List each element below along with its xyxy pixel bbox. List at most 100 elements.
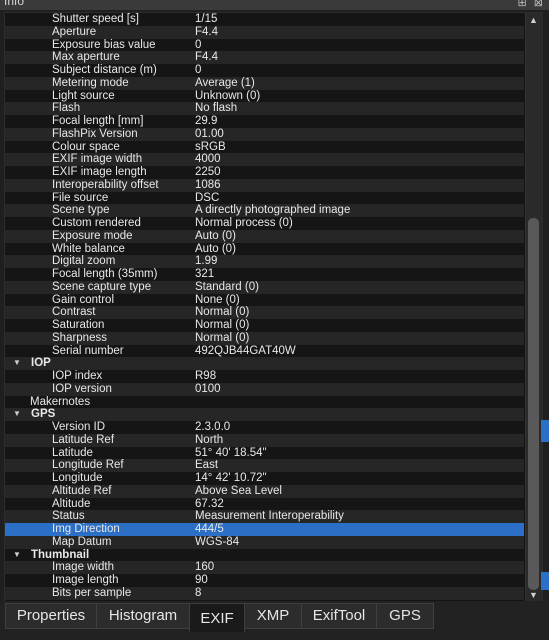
field-name: FlashPix Version — [52, 127, 138, 140]
field-value: Average (1) — [195, 76, 255, 89]
table-row[interactable]: Version ID 2.3.0.0 — [5, 421, 524, 434]
tab-properties[interactable]: Properties — [5, 603, 97, 629]
table-row[interactable]: Max aperture F4.4 — [5, 51, 524, 64]
table-row[interactable]: Aperture F4.4 — [5, 25, 524, 39]
field-name: Latitude — [52, 446, 93, 459]
field-value: 51° 40' 18.54" — [195, 446, 267, 459]
table-row[interactable]: Colour space sRGB — [5, 141, 524, 154]
table-row[interactable]: Exposure mode Auto (0) — [5, 229, 524, 243]
table-row[interactable]: IOP version 0100 — [5, 382, 524, 396]
field-value: WGS-84 — [195, 535, 240, 548]
field-value: 01.00 — [195, 127, 224, 140]
field-value: East — [195, 459, 219, 472]
field-value: 0 — [195, 38, 202, 51]
table-row[interactable]: Makernotes — [5, 396, 524, 409]
vertical-scrollbar[interactable]: ▲ ▼ — [525, 13, 542, 602]
field-value: 1/15 — [195, 13, 218, 25]
field-name: Exposure mode — [52, 229, 133, 242]
tab-xmp[interactable]: XMP — [244, 603, 302, 629]
table-row[interactable]: White balance Auto (0) — [5, 243, 524, 256]
table-row[interactable]: Longitude Ref East — [5, 459, 524, 472]
field-value: R98 — [195, 370, 217, 382]
field-name: IOP index — [52, 370, 103, 382]
field-name: Version ID — [52, 421, 106, 433]
tab-histogram[interactable]: Histogram — [96, 603, 190, 629]
table-row[interactable]: Shutter speed [s] 1/15 — [5, 13, 524, 26]
scroll-up-icon[interactable]: ▲ — [529, 15, 538, 25]
panel-controls[interactable]: ⊞ ⊠ — [518, 0, 546, 9]
field-name: Map Datum — [52, 535, 112, 548]
table-row[interactable]: Interoperability offset 1086 — [5, 178, 524, 192]
table-row[interactable]: Image width 160 — [5, 561, 524, 574]
field-value: North — [195, 433, 224, 446]
table-row[interactable]: FlashPix Version 01.00 — [5, 127, 524, 141]
table-row[interactable]: EXIF image length 2250 — [5, 166, 524, 179]
triangle-down-icon[interactable]: ▼ — [13, 357, 21, 370]
field-value: Above Sea Level — [195, 484, 282, 497]
table-row[interactable]: Metering mode Average (1) — [5, 76, 524, 90]
table-row[interactable]: Focal length (35mm) 321 — [5, 268, 524, 281]
field-value: 90 — [195, 574, 208, 586]
table-row[interactable]: Saturation Normal (0) — [5, 319, 524, 332]
group-row[interactable]: ▼ GPS — [5, 408, 524, 421]
table-row[interactable]: Latitude 51° 40' 18.54" — [5, 447, 524, 460]
field-name: Altitude Ref — [52, 484, 112, 497]
table-row[interactable]: IOP index R98 — [5, 370, 524, 383]
field-value: 67.32 — [195, 497, 224, 510]
field-name: EXIF image length — [52, 166, 147, 178]
table-row[interactable]: Map Datum WGS-84 — [5, 535, 524, 549]
table-row[interactable]: Contrast Normal (0) — [5, 306, 524, 319]
table-row[interactable]: Focal length [mm] 29.9 — [5, 115, 524, 128]
field-name: GPS — [31, 408, 56, 421]
table-row[interactable]: Longitude 14° 42' 10.72" — [5, 472, 524, 485]
table-row[interactable]: Gain control None (0) — [5, 294, 524, 307]
tab-exiftool[interactable]: ExifTool — [301, 603, 377, 629]
field-value: Normal (0) — [195, 306, 250, 319]
field-name: Focal length [mm] — [52, 115, 144, 127]
field-value: DSC — [195, 191, 220, 204]
field-value: F4.4 — [195, 51, 219, 64]
table-row[interactable]: Subject distance (m) 0 — [5, 64, 524, 77]
field-name: Gain control — [52, 293, 115, 306]
field-name: IOP — [31, 357, 51, 370]
table-row[interactable]: Altitude Ref Above Sea Level — [5, 484, 524, 498]
table-row[interactable]: Light source Unknown (0) — [5, 90, 524, 103]
group-row[interactable]: ▼ Thumbnail — [5, 549, 524, 562]
table-row[interactable]: Latitude Ref North — [5, 433, 524, 447]
table-row[interactable]: Altitude 67.32 — [5, 498, 524, 511]
table-row[interactable]: Image length 90 — [5, 574, 524, 587]
table-row[interactable]: Digital zoom 1.99 — [5, 255, 524, 268]
edge-accent — [541, 420, 549, 442]
table-row[interactable]: Exposure bias value 0 — [5, 39, 524, 52]
table-row[interactable]: Scene type A directly photographed image — [5, 204, 524, 217]
field-name: Metering mode — [52, 76, 129, 89]
table-row[interactable]: Sharpness Normal (0) — [5, 331, 524, 345]
table-row[interactable]: File source DSC — [5, 192, 524, 205]
field-name: File source — [52, 191, 109, 204]
table-row[interactable]: Bits per sample 8 — [5, 586, 524, 600]
table-row[interactable]: Img Direction 444/5 — [5, 523, 524, 536]
field-name: Digital zoom — [52, 255, 116, 268]
scroll-down-icon[interactable]: ▼ — [529, 590, 538, 600]
field-name: Img Direction — [52, 523, 120, 535]
triangle-down-icon[interactable]: ▼ — [13, 408, 21, 421]
triangle-down-icon[interactable]: ▼ — [13, 549, 21, 562]
field-value: No flash — [195, 102, 238, 115]
table-row[interactable]: EXIF image width 4000 — [5, 153, 524, 166]
table-row[interactable]: Custom rendered Normal process (0) — [5, 217, 524, 230]
table-row[interactable]: Status Measurement Interoperability — [5, 510, 524, 523]
tab-bar: Properties Histogram EXIF XMP ExifTool GPS — [0, 601, 549, 640]
tab-gps[interactable]: GPS — [376, 603, 434, 629]
group-row[interactable]: ▼ IOP — [5, 357, 524, 370]
field-value: 321 — [195, 268, 215, 280]
table-row[interactable]: Scene capture type Standard (0) — [5, 280, 524, 294]
field-value: 0100 — [195, 382, 221, 395]
field-value: Auto (0) — [195, 229, 236, 242]
tab-exif[interactable]: EXIF — [189, 603, 245, 632]
field-value: sRGB — [195, 140, 226, 153]
field-name: Altitude — [52, 497, 91, 510]
table-row[interactable]: Flash No flash — [5, 102, 524, 115]
table-row[interactable]: Serial number 492QJB44GAT40W — [5, 345, 524, 358]
field-name: Image width — [52, 561, 115, 574]
scrollbar-thumb[interactable] — [528, 218, 539, 590]
